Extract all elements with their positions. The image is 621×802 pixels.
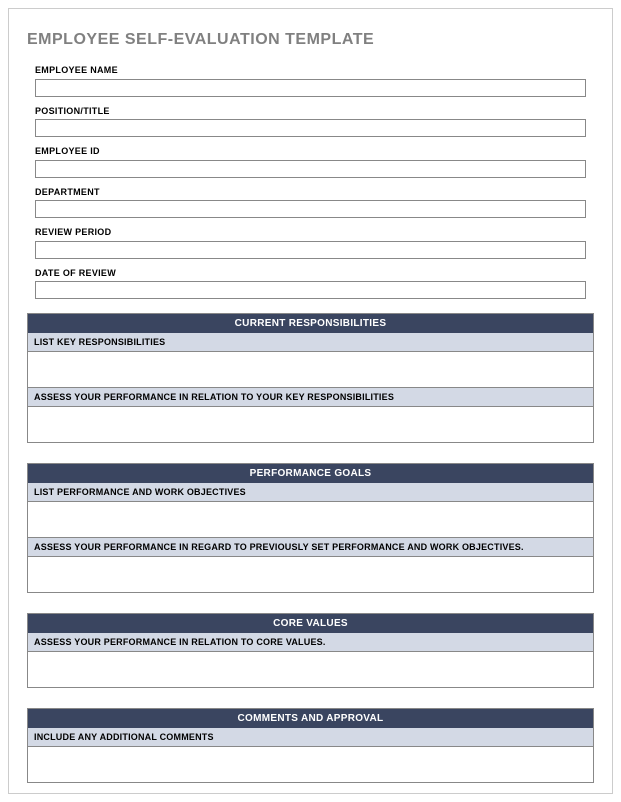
additional-comments-textarea[interactable]: [27, 747, 594, 783]
section-header-performance-goals: PERFORMANCE GOALS: [27, 463, 594, 483]
sub-label-assess-core-values: ASSESS YOUR PERFORMANCE IN RELATION TO C…: [27, 633, 594, 652]
field-employee-id: EMPLOYEE ID: [27, 146, 594, 178]
sub-label-list-responsibilities: LIST KEY RESPONSIBILITIES: [27, 333, 594, 352]
department-input[interactable]: [35, 200, 586, 218]
assess-responsibilities-textarea[interactable]: [27, 407, 594, 443]
field-review-period: REVIEW PERIOD: [27, 227, 594, 259]
document-page: EMPLOYEE SELF-EVALUATION TEMPLATE EMPLOY…: [8, 8, 613, 794]
section-gap: [27, 443, 594, 457]
section-header-core-values: CORE VALUES: [27, 613, 594, 633]
sub-label-assess-objectives: ASSESS YOUR PERFORMANCE IN REGARD TO PRE…: [27, 538, 594, 557]
date-of-review-input[interactable]: [35, 281, 586, 299]
field-label: DATE OF REVIEW: [35, 268, 586, 278]
field-employee-name: EMPLOYEE NAME: [27, 65, 594, 97]
review-period-input[interactable]: [35, 241, 586, 259]
sub-label-assess-responsibilities: ASSESS YOUR PERFORMANCE IN RELATION TO Y…: [27, 388, 594, 407]
field-date-of-review: DATE OF REVIEW: [27, 268, 594, 300]
assess-core-values-textarea[interactable]: [27, 652, 594, 688]
section-gap: [27, 783, 594, 794]
employee-id-input[interactable]: [35, 160, 586, 178]
section-header-current-responsibilities: CURRENT RESPONSIBILITIES: [27, 313, 594, 333]
field-label: POSITION/TITLE: [35, 106, 586, 116]
sub-label-list-objectives: LIST PERFORMANCE AND WORK OBJECTIVES: [27, 483, 594, 502]
list-objectives-textarea[interactable]: [27, 502, 594, 538]
section-header-comments-approval: COMMENTS AND APPROVAL: [27, 708, 594, 728]
assess-objectives-textarea[interactable]: [27, 557, 594, 593]
employee-name-input[interactable]: [35, 79, 586, 97]
section-gap: [27, 593, 594, 607]
field-label: EMPLOYEE NAME: [35, 65, 586, 75]
position-title-input[interactable]: [35, 119, 586, 137]
sub-label-additional-comments: INCLUDE ANY ADDITIONAL COMMENTS: [27, 728, 594, 747]
section-gap: [27, 688, 594, 702]
field-label: EMPLOYEE ID: [35, 146, 586, 156]
field-label: REVIEW PERIOD: [35, 227, 586, 237]
field-position-title: POSITION/TITLE: [27, 106, 594, 138]
page-title: EMPLOYEE SELF-EVALUATION TEMPLATE: [27, 31, 594, 49]
field-label: DEPARTMENT: [35, 187, 586, 197]
list-responsibilities-textarea[interactable]: [27, 352, 594, 388]
field-department: DEPARTMENT: [27, 187, 594, 219]
